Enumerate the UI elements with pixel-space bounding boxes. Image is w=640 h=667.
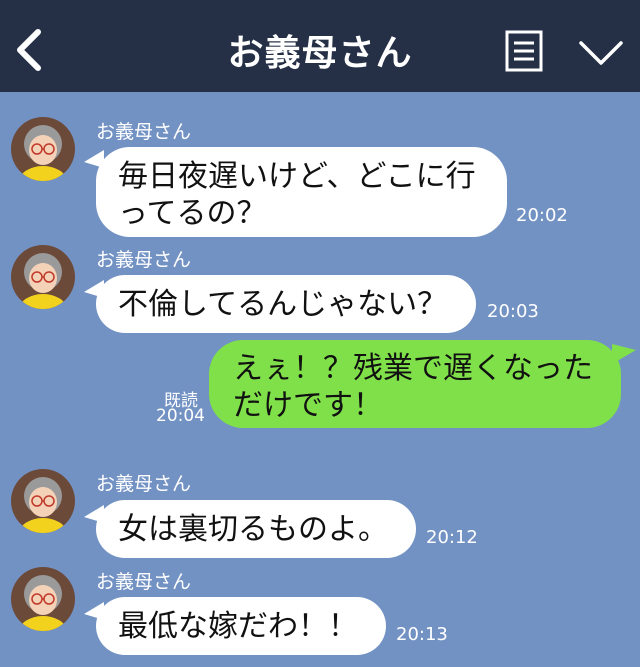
menu-list-icon[interactable]: [505, 30, 543, 72]
chevron-down-icon[interactable]: [578, 38, 624, 68]
message-line: 毎日夜遅いけど、どこに行: [118, 159, 476, 194]
chat-header: お義母さん: [0, 0, 640, 92]
message-time: 20:12: [426, 527, 478, 548]
message-bubble: 不倫してるんじゃない？: [96, 275, 476, 333]
message-line: 最低な嫁だわ！！: [118, 609, 358, 644]
message-time: 20:03: [487, 301, 539, 322]
sender-name: お義母さん: [96, 249, 192, 271]
sender-name: お義母さん: [96, 571, 192, 593]
message-time: 20:04: [156, 406, 205, 426]
chat-title: お義母さん: [227, 33, 413, 74]
sender-name: お義母さん: [96, 121, 192, 143]
message-line: 女は裏切るものよ。: [118, 512, 388, 547]
bubble-tail: [612, 344, 636, 364]
message-line: えぇ！？残業で遅くなった: [233, 351, 593, 386]
message-bubble: 最低な嫁だわ！！: [96, 597, 386, 655]
avatar[interactable]: [10, 468, 76, 534]
avatar[interactable]: [10, 566, 76, 632]
message-time: 20:13: [396, 624, 448, 645]
message-bubble: えぇ！？残業で遅くなった だけです！: [209, 340, 621, 428]
message-line: だけです！: [233, 388, 383, 423]
message-line: 不倫してるんじゃない？: [118, 287, 448, 322]
message-line: ってるの？: [118, 196, 267, 231]
avatar[interactable]: [10, 116, 76, 182]
message-bubble: 女は裏切るものよ。: [96, 500, 416, 558]
sender-name: お義母さん: [96, 473, 192, 495]
avatar[interactable]: [10, 244, 76, 310]
message-bubble: 毎日夜遅いけど、どこに行 ってるの？: [96, 147, 507, 237]
message-time: 20:02: [516, 205, 568, 226]
